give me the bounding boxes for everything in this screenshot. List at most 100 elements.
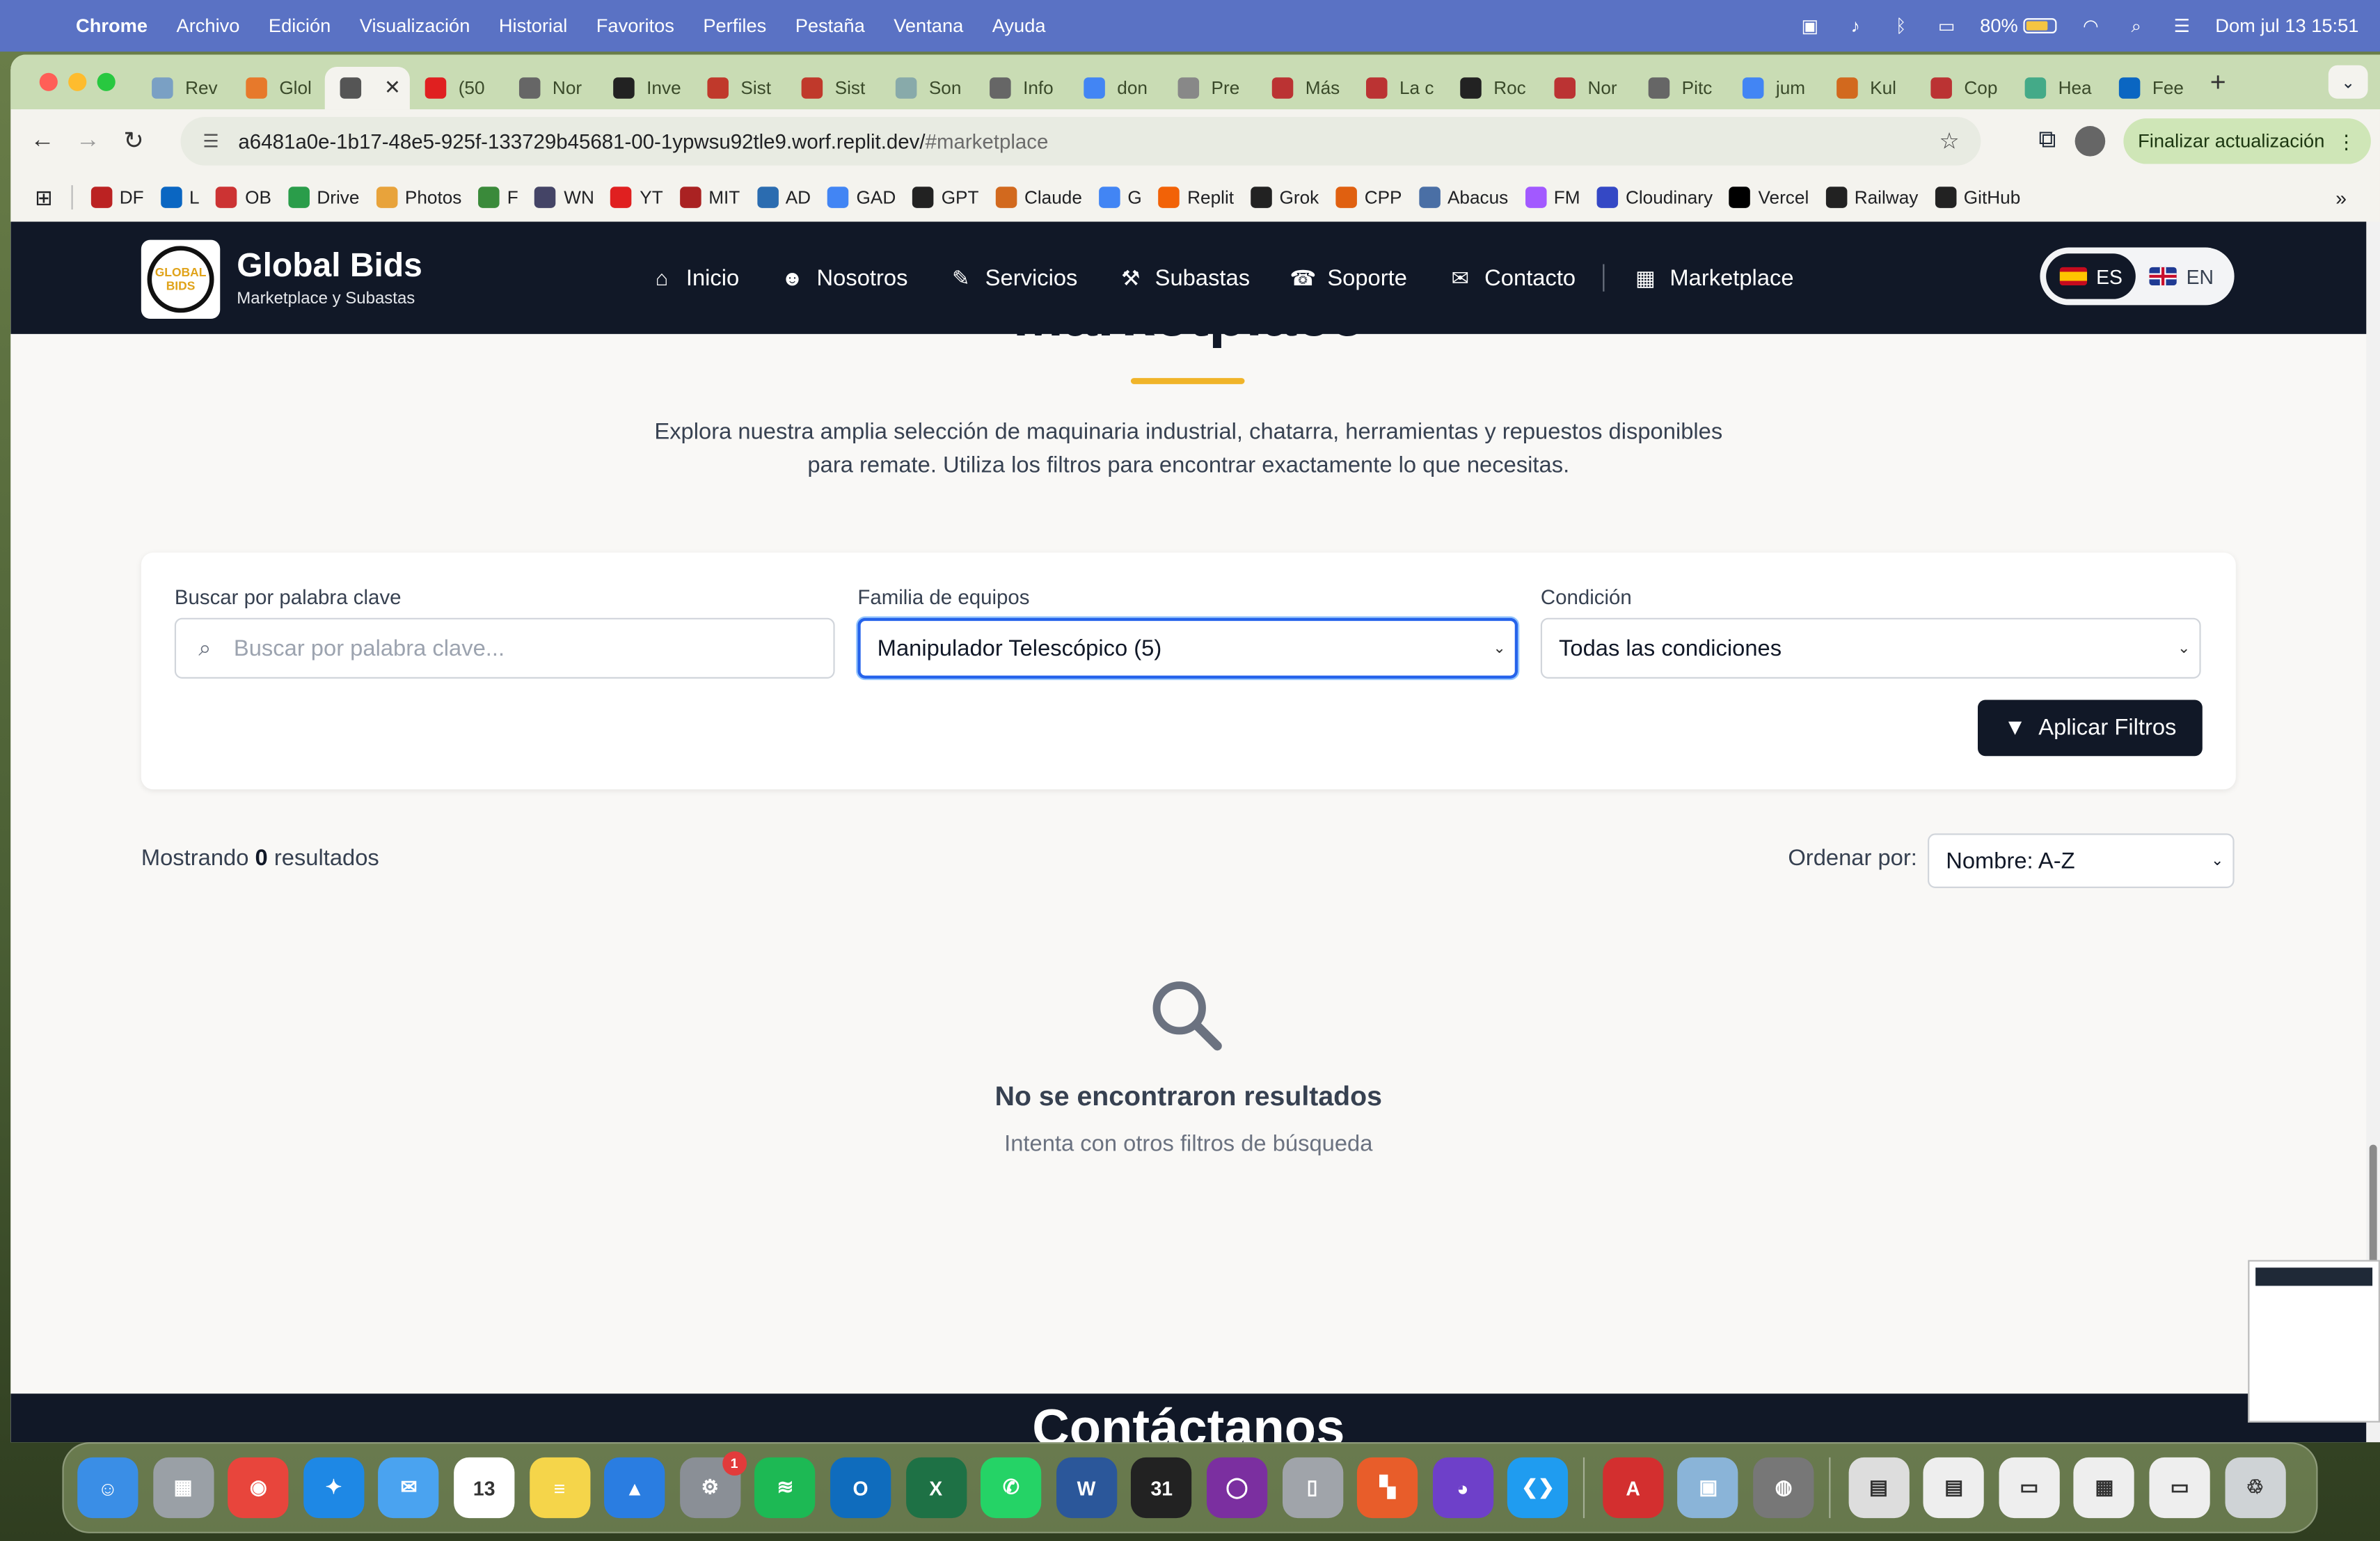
- dock-settings-icon[interactable]: ⚙ 1: [679, 1451, 747, 1519]
- apple-icon[interactable]: [27, 14, 51, 38]
- dock-notes-icon[interactable]: ≡: [529, 1457, 590, 1519]
- display-icon[interactable]: ▭: [1935, 14, 1959, 38]
- clock[interactable]: Dom jul 13 15:51: [2215, 15, 2358, 37]
- bookmark-item[interactable]: WN: [534, 187, 594, 208]
- forward-button[interactable]: →: [65, 127, 111, 155]
- dock-github-desktop-icon[interactable]: ◕: [1432, 1457, 1493, 1519]
- close-window-button[interactable]: [39, 72, 58, 91]
- menu-chrome[interactable]: Chrome: [76, 15, 148, 37]
- nav-link-contacto[interactable]: ✉ Contacto: [1447, 264, 1576, 292]
- control-center-icon[interactable]: ☰: [2170, 14, 2194, 38]
- bookmark-item[interactable]: FM: [1525, 187, 1580, 208]
- bookmarks-overflow-icon[interactable]: »: [2335, 186, 2347, 209]
- browser-tab[interactable]: Roc: [1445, 67, 1539, 109]
- page-scrollbar[interactable]: [2366, 221, 2380, 1443]
- battery-status[interactable]: 80%: [1980, 15, 2058, 36]
- menu-favoritos[interactable]: Favoritos: [596, 15, 674, 37]
- browser-tab[interactable]: Rev: [136, 67, 230, 109]
- new-tab-button[interactable]: +: [2210, 66, 2226, 98]
- screen-icon[interactable]: ▣: [1798, 14, 1822, 38]
- dock-acrobat-icon[interactable]: A: [1602, 1457, 1664, 1519]
- dock-calendar31-icon[interactable]: 31: [1131, 1457, 1192, 1519]
- bookmark-item[interactable]: Cloudinary: [1596, 187, 1713, 208]
- dock-keynote-icon[interactable]: ▲: [604, 1457, 665, 1519]
- nav-link-inicio[interactable]: ⌂ Inicio: [648, 264, 740, 292]
- minimize-window-button[interactable]: [68, 72, 87, 91]
- apply-filters-button[interactable]: ▼ Aplicar Filtros: [1977, 700, 2203, 757]
- lang-es-button[interactable]: ES: [2046, 253, 2136, 299]
- menu-ventana[interactable]: Ventana: [894, 15, 963, 37]
- profile-avatar[interactable]: [2074, 126, 2105, 157]
- browser-tab[interactable]: jum: [1727, 67, 1821, 109]
- bookmark-item[interactable]: DF: [90, 187, 144, 208]
- bookmark-item[interactable]: Drive: [287, 187, 359, 208]
- browser-tab[interactable]: Sist: [786, 67, 880, 109]
- bookmark-star-icon[interactable]: ☆: [1939, 127, 1959, 155]
- bookmark-item[interactable]: YT: [610, 187, 663, 208]
- zoom-window-button[interactable]: [97, 72, 116, 91]
- bookmark-item[interactable]: Vercel: [1729, 187, 1809, 208]
- bookmark-item[interactable]: CPP: [1335, 187, 1402, 208]
- bookmark-item[interactable]: Replit: [1158, 187, 1234, 208]
- browser-tab[interactable]: Más: [1257, 67, 1351, 109]
- dock-grid-app-icon[interactable]: ▚: [1357, 1457, 1418, 1519]
- nav-link-nosotros[interactable]: ☻ Nosotros: [779, 264, 908, 292]
- dock-vscode-icon[interactable]: ❮❯: [1507, 1457, 1569, 1519]
- browser-tab[interactable]: Inve: [598, 67, 692, 109]
- dock-earth-pro-icon[interactable]: ◍: [1753, 1457, 1814, 1519]
- browser-tab[interactable]: Pitc: [1633, 67, 1727, 109]
- family-select[interactable]: Manipulador Telescópico (5) ⌄: [857, 617, 1518, 679]
- bookmark-item[interactable]: AD: [756, 187, 811, 208]
- extensions-icon[interactable]: ⧉: [2038, 127, 2056, 155]
- close-tab-icon[interactable]: ✕: [384, 76, 401, 100]
- bookmark-item[interactable]: OB: [216, 187, 271, 208]
- nav-link-soporte[interactable]: ☎ Soporte: [1290, 264, 1407, 292]
- browser-tab[interactable]: Son: [880, 67, 974, 109]
- bookmark-item[interactable]: Photos: [376, 187, 461, 208]
- condition-select[interactable]: Todas las condiciones ⌄: [1540, 617, 2201, 679]
- bookmark-item[interactable]: G: [1098, 187, 1142, 208]
- dock-iphone-mirroring-icon[interactable]: ▯: [1281, 1457, 1343, 1519]
- browser-tab[interactable]: Pre: [1163, 67, 1257, 109]
- address-bar[interactable]: ☰ a6481a0e-1b17-48e5-925f-133729b45681-0…: [180, 116, 1981, 166]
- more-menu-icon[interactable]: ⋮: [2337, 129, 2356, 153]
- nav-link-subastas[interactable]: ⚒ Subastas: [1117, 264, 1250, 292]
- browser-tab[interactable]: Sist: [692, 67, 786, 109]
- reload-button[interactable]: ↻: [111, 126, 156, 157]
- bookmark-item[interactable]: Grok: [1251, 187, 1319, 208]
- wifi-icon[interactable]: ◠: [2079, 14, 2103, 38]
- bluetooth-icon[interactable]: ᛒ: [1889, 14, 1913, 38]
- menu-archivo[interactable]: Archivo: [177, 15, 240, 37]
- browser-tab[interactable]: don: [1069, 67, 1163, 109]
- browser-tab[interactable]: La c: [1351, 67, 1445, 109]
- brand-name[interactable]: Global Bids: [237, 246, 422, 285]
- dock-preview-icon[interactable]: ▣: [1678, 1457, 1739, 1519]
- menu-edicion[interactable]: Edición: [269, 15, 331, 37]
- browser-tab[interactable]: Nor: [504, 67, 598, 109]
- back-button[interactable]: ←: [19, 127, 65, 155]
- apps-grid-icon[interactable]: ⊞: [35, 184, 53, 210]
- menu-pestana[interactable]: Pestaña: [795, 15, 865, 37]
- mute-icon[interactable]: ♪: [1843, 14, 1868, 38]
- dock-safari-icon[interactable]: ✦: [303, 1457, 364, 1519]
- menu-perfiles[interactable]: Perfiles: [703, 15, 766, 37]
- browser-tab[interactable]: Cop: [1916, 67, 2010, 109]
- bookmark-item[interactable]: Abacus: [1418, 187, 1508, 208]
- update-button[interactable]: Finalizar actualización ⋮: [2123, 118, 2371, 164]
- bookmark-item[interactable]: L: [160, 187, 200, 208]
- bookmark-item[interactable]: MIT: [679, 187, 740, 208]
- menu-visualizacion[interactable]: Visualización: [360, 15, 470, 37]
- spotlight-icon[interactable]: ⌕: [2124, 14, 2148, 38]
- dock-trash-icon[interactable]: ♲: [2224, 1457, 2285, 1519]
- bookmark-item[interactable]: GPT: [912, 187, 979, 208]
- bookmark-item[interactable]: GAD: [827, 187, 896, 208]
- dock-calendar-icon[interactable]: 13: [454, 1457, 515, 1519]
- menu-historial[interactable]: Historial: [499, 15, 567, 37]
- browser-tab[interactable]: (50: [410, 67, 504, 109]
- sort-select[interactable]: Nombre: A-Z ⌄: [1928, 833, 2235, 888]
- dock-outlook-icon[interactable]: O: [830, 1457, 891, 1519]
- dock-terminal-stack-icon[interactable]: ▭: [2149, 1457, 2210, 1519]
- tab-active[interactable]: ✕: [324, 66, 410, 110]
- bookmark-item[interactable]: GitHub: [1935, 187, 2020, 208]
- screenshot-thumbnail[interactable]: [2248, 1260, 2380, 1423]
